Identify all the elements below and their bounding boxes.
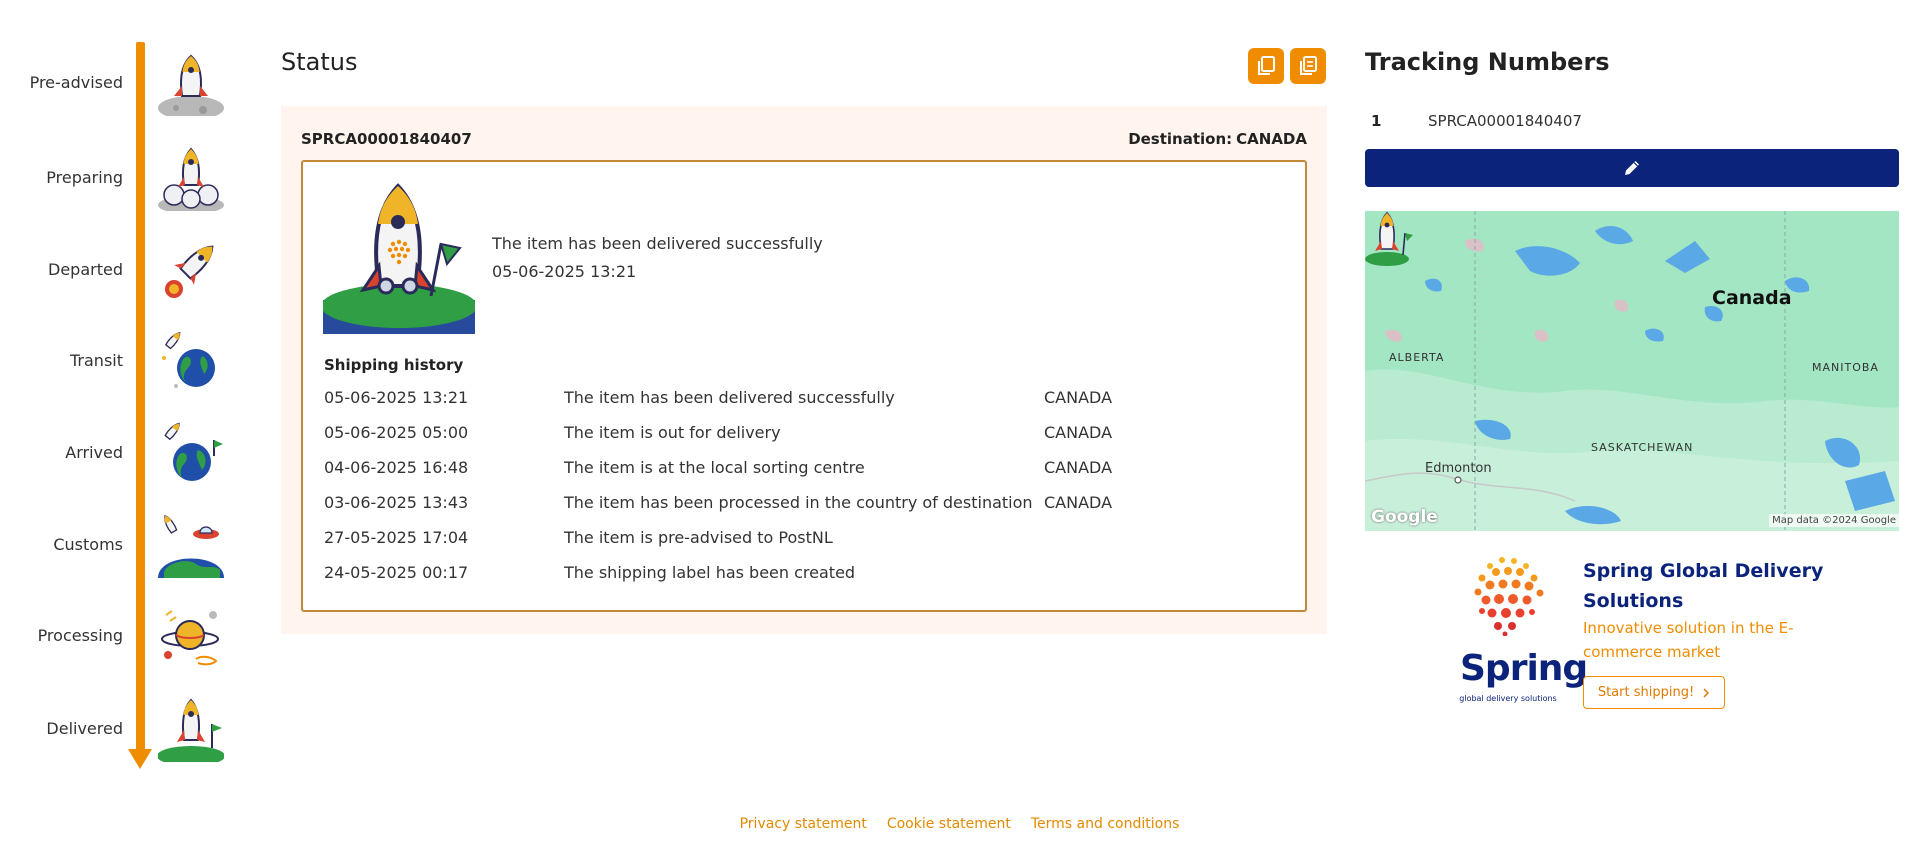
history-date: 03-06-2025 13:43 [324, 493, 469, 512]
terms-conditions-link[interactable]: Terms and conditions [1031, 816, 1180, 832]
history-description: The item has been processed in the count… [564, 493, 1033, 512]
start-shipping-label: Start shipping! [1597, 685, 1695, 700]
timeline-step-delivered: Delivered [0, 694, 230, 764]
ufo-planet-icon [158, 514, 224, 578]
status-title: Status [281, 48, 358, 76]
destination-label: Destination: [1128, 130, 1233, 148]
history-location: CANADA [1044, 388, 1113, 407]
promo-description: Innovative solution in the E-commerce ma… [1583, 619, 1794, 661]
timeline-step-label: Departed [48, 260, 123, 279]
rocket-flying-icon [165, 245, 214, 298]
shipping-history-list: 05-06-2025 13:21 The item has been deliv… [324, 380, 1284, 590]
timeline-step-label: Delivered [46, 719, 123, 738]
start-shipping-button[interactable]: Start shipping! [1583, 676, 1725, 709]
map-region-label: MANITOBA [1812, 361, 1879, 374]
map-attribution[interactable]: Map data ©2024 Google [1769, 514, 1899, 527]
history-date: 27-05-2025 17:04 [324, 528, 469, 547]
spring-logo: Spring global delivery solutions [1458, 556, 1588, 712]
history-row: 05-06-2025 13:21 The item has been deliv… [324, 380, 1284, 415]
current-status-date: 05-06-2025 13:21 [492, 262, 637, 281]
rocket-landed-icon [158, 698, 224, 762]
history-date: 24-05-2025 00:17 [324, 563, 469, 582]
chevron-right-icon [1703, 687, 1710, 698]
timeline-step-preparing: Preparing [0, 143, 230, 213]
timeline-step-departed: Departed [0, 235, 230, 305]
history-row: 03-06-2025 13:43 The item has been proce… [324, 485, 1284, 520]
rocket-landed-marker-icon[interactable] [1365, 211, 1415, 267]
history-row: 05-06-2025 05:00 The item is out for del… [324, 415, 1284, 450]
history-description: The item is pre-advised to PostNL [564, 528, 833, 547]
privacy-statement-link[interactable]: Privacy statement [740, 816, 867, 832]
destination-value: CANADA [1236, 130, 1307, 148]
timeline-step-label: Transit [70, 351, 123, 370]
timeline-step-customs: Customs [0, 510, 230, 580]
timeline-step-transit: Transit [0, 326, 230, 396]
pencil-icon [1625, 161, 1639, 175]
history-description: The item is out for delivery [564, 423, 781, 442]
history-location: CANADA [1044, 493, 1113, 512]
timeline-step-label: Preparing [46, 168, 123, 187]
history-description: The item has been delivered successfully [564, 388, 895, 407]
timeline-step-label: Customs [53, 535, 123, 554]
google-logo: Google [1371, 507, 1438, 527]
copy-icon [1258, 56, 1275, 75]
timeline-step-label: Arrived [65, 443, 123, 462]
copy-list-icon [1300, 56, 1317, 75]
history-date: 05-06-2025 05:00 [324, 423, 469, 442]
timeline-step-label: Processing [37, 626, 123, 645]
status-panel: SPRCA00001840407 Destination: CANADA The … [281, 106, 1327, 634]
timeline-step-processing: Processing [0, 601, 230, 671]
history-date: 04-06-2025 16:48 [324, 458, 469, 477]
timeline-step-arrived: Arrived [0, 418, 230, 488]
tracking-numbers-title: Tracking Numbers [1365, 48, 1610, 76]
timeline-step-label: Pre-advised [29, 73, 123, 92]
history-description: The shipping label has been created [564, 563, 856, 582]
history-location: CANADA [1044, 423, 1113, 442]
cookie-statement-link[interactable]: Cookie statement [887, 816, 1011, 832]
spring-brand-name: Spring [1460, 648, 1588, 689]
tracking-number-item[interactable]: 1 SPRCA00001840407 [1371, 112, 1891, 136]
copy-button[interactable] [1248, 48, 1284, 84]
current-status: The item has been delivered successfully [492, 234, 823, 253]
edit-tracking-button[interactable] [1365, 149, 1899, 187]
footer: Privacy statement Cookie statement Terms… [0, 816, 1919, 832]
shipping-history-title: Shipping history [324, 356, 464, 374]
status-timeline: Pre-advised Preparing Departed Transit A… [0, 0, 240, 780]
rocket-launching-icon [158, 147, 224, 211]
map-country-label: Canada [1712, 287, 1792, 309]
shipment-detail-card: The item has been delivered successfully… [301, 160, 1307, 612]
shipment-id: SPRCA00001840407 [301, 130, 472, 148]
history-description: The item is at the local sorting centre [564, 458, 865, 477]
history-location: CANADA [1044, 458, 1113, 477]
map-region-label: SASKATCHEWAN [1591, 441, 1694, 454]
history-date: 05-06-2025 13:21 [324, 388, 469, 407]
spring-tagline: global delivery solutions [1459, 694, 1557, 703]
earth-flag-icon [164, 422, 223, 481]
rocket-on-moon-icon [158, 54, 224, 116]
destination: Destination: CANADA [1128, 130, 1307, 148]
saturn-planet-icon [161, 610, 219, 666]
history-row: 04-06-2025 16:48 The item is at the loca… [324, 450, 1284, 485]
tracking-code: SPRCA00001840407 [1428, 112, 1582, 130]
rocket-landed-icon [323, 183, 475, 334]
map-region-label: ALBERTA [1389, 351, 1445, 364]
promo-title: Spring Global Delivery Solutions [1583, 560, 1824, 612]
map-city-label: Edmonton [1425, 461, 1492, 476]
history-row: 24-05-2025 00:17 The shipping label has … [324, 555, 1284, 590]
rocket-earth-icon [162, 332, 215, 388]
timeline-step-pre-advised: Pre-advised [0, 48, 230, 118]
spring-dots-icon [1474, 557, 1544, 636]
tracking-map[interactable]: Canada ALBERTA MANITOBA SASKATCHEWAN Edm… [1365, 211, 1899, 531]
tracking-index: 1 [1371, 112, 1382, 130]
copy-all-button[interactable] [1290, 48, 1326, 84]
history-row: 27-05-2025 17:04 The item is pre-advised… [324, 520, 1284, 555]
